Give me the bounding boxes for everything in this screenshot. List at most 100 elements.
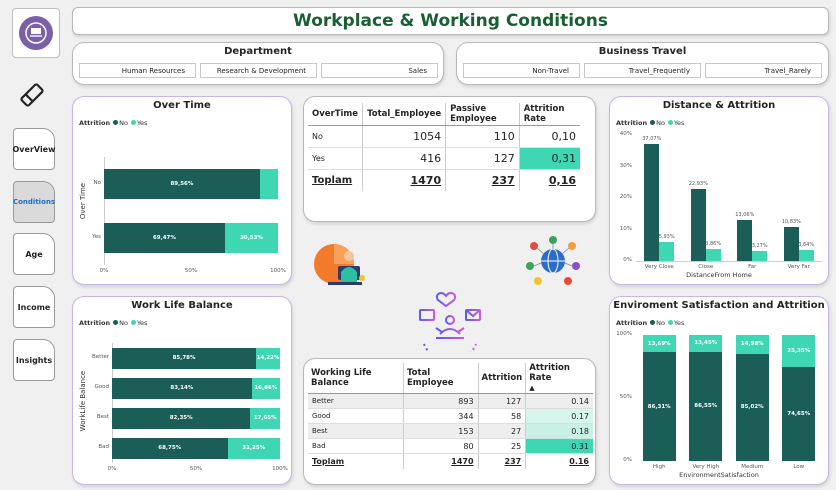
nav-insights-button[interactable]: Insights [13, 339, 55, 381]
table-row: Bad 80 25 0.31 [308, 438, 593, 454]
bar-segment [259, 169, 278, 199]
nav-conditions-button[interactable]: Conditions [13, 181, 55, 223]
clear-filters-icon[interactable] [17, 80, 47, 110]
legend-title: Attrition [616, 119, 648, 127]
table-cell: 237 [478, 453, 527, 469]
table-cell: 153 [403, 423, 479, 439]
legend-no-marker [650, 120, 656, 125]
table-cell: 127 [445, 147, 520, 170]
x-tick-label: 100% [270, 268, 286, 274]
overtime-chart[interactable]: Over Time Attrition No Yes Over Time No 89,… [72, 96, 292, 285]
column-header[interactable]: Attrition Rate [519, 103, 580, 126]
table-cell: 25 [478, 438, 527, 454]
table-cell-highlight: 0,31 [519, 147, 580, 170]
travel-option-rarely[interactable]: Travel_Rarely [705, 63, 822, 78]
x-tick-label: Low [793, 464, 805, 470]
department-option-hr[interactable]: Human Resources [79, 63, 196, 78]
x-tick-label: Very Far [787, 264, 810, 270]
nav-age-button[interactable]: Age [13, 233, 55, 275]
table-cell: 1470 [362, 169, 447, 191]
bar [752, 250, 768, 261]
bar-segment: 85,78% [112, 347, 257, 369]
data-label: 10,83% [781, 218, 801, 225]
sort-ascending-icon[interactable]: ▲ [529, 384, 534, 392]
department-option-sales[interactable]: Sales [321, 63, 438, 78]
bar-segment: 85,02% [735, 353, 769, 461]
bar [705, 248, 721, 261]
table-cell: 1054 [362, 125, 447, 148]
legend-yes-label: Yes [673, 319, 685, 327]
data-label: 37,07% [642, 136, 662, 143]
bar-segment: 89,56% [104, 169, 260, 199]
x-tick-label: 50% [189, 466, 203, 472]
x-tick-label: Close [698, 264, 714, 270]
table-cell: 0.14 [525, 393, 593, 409]
bar-segment: 30,53% [224, 223, 278, 253]
page-title: Workplace & Working Conditions [293, 11, 608, 31]
distance-legend: Attrition No Yes [616, 119, 684, 127]
table-row: Better 893 127 0.14 [308, 393, 593, 409]
table-cell: 0,10 [519, 125, 580, 148]
environment-satisfaction-chart[interactable]: Enviroment Satisfaction and Attrition At… [609, 296, 829, 485]
bar [737, 219, 753, 261]
bar-segment: 13,45% [689, 335, 723, 352]
data-label: 13,06% [735, 211, 755, 218]
bar-segment: 14,98% [735, 335, 769, 354]
table-cell: 80 [403, 438, 479, 454]
y-tick-label: 0% [623, 257, 632, 263]
nav-income-button[interactable]: Income [13, 286, 55, 328]
column-header-sorted[interactable]: Attrition Rate ▲ [525, 363, 593, 394]
nav-overview-button[interactable]: OverView [13, 128, 56, 170]
table-cell: 110 [445, 125, 520, 148]
y-tick-label: 0% [623, 457, 632, 463]
table-cell: Toplam [308, 169, 364, 191]
column-header[interactable]: Total Employee [403, 363, 479, 394]
bar-segment: 86,31% [642, 352, 676, 461]
worklife-balance-chart-title: Work Life Balance [131, 300, 233, 311]
data-label: 3,86% [705, 240, 722, 247]
department-option-rd[interactable]: Research & Development [200, 63, 317, 78]
y-tick-label: Bad [98, 444, 109, 450]
travel-option-non-travel[interactable]: Non-Travel [463, 63, 580, 78]
y-tick-label: 20% [619, 194, 632, 200]
table-header-row: OverTime Total_Employee Passive Employee… [308, 103, 580, 126]
bar-segment: 17,65% [250, 407, 280, 429]
table-cell: 893 [403, 393, 479, 409]
x-tick-label: 0% [107, 466, 117, 472]
x-axis-line [636, 261, 822, 262]
worklife-table-card: Working Life Balance Total Employee Attr… [303, 358, 596, 485]
y-tick-label: Best [96, 414, 109, 420]
bar-segment: 31,25% [227, 437, 280, 459]
y-tick-label: 100% [616, 331, 632, 337]
table-cell: 344 [403, 408, 479, 424]
distance-attrition-chart[interactable]: Distance & Attrition Attrition No Yes 0% 10… [609, 96, 829, 285]
legend-yes-label: Yes [673, 119, 685, 127]
legend-title: Attrition [79, 119, 111, 127]
table-cell: Good [308, 408, 404, 424]
column-header[interactable]: OverTime [308, 103, 364, 126]
column-header[interactable]: Attrition [478, 363, 527, 394]
legend-no-marker [650, 320, 656, 325]
column-header[interactable]: Working Life Balance [308, 363, 404, 394]
y-tick-label: Good [94, 384, 109, 390]
bar [644, 144, 660, 261]
legend-title: Attrition [79, 319, 111, 327]
column-header[interactable]: Total_Employee [362, 103, 447, 126]
business-travel-slicer-title: Business Travel [598, 46, 687, 57]
table-total-row: Toplam 1470 237 0.16 [308, 453, 593, 469]
travel-option-frequently[interactable]: Travel_Frequently [584, 63, 701, 78]
table-cell: Bad [308, 438, 404, 454]
bar [690, 188, 706, 261]
legend-no-label: No [656, 119, 665, 127]
y-tick-label: 40% [619, 131, 632, 137]
table-header-row: Working Life Balance Total Employee Attr… [308, 363, 593, 394]
header-banner: Workplace & Working Conditions [72, 7, 829, 35]
x-tick-label: Medium [741, 464, 764, 470]
table-cell: 1470 [403, 453, 479, 469]
worklife-balance-chart[interactable]: Work Life Balance Attrition No Yes WorkLif… [72, 296, 292, 485]
column-header[interactable]: Passive Employee [445, 103, 520, 126]
x-tick-label: 0% [99, 268, 109, 274]
overtime-y-axis-label: Over Time [79, 182, 87, 220]
table-row: Yes 416 127 0,31 [308, 147, 580, 170]
x-tick-label: 100% [272, 466, 288, 472]
